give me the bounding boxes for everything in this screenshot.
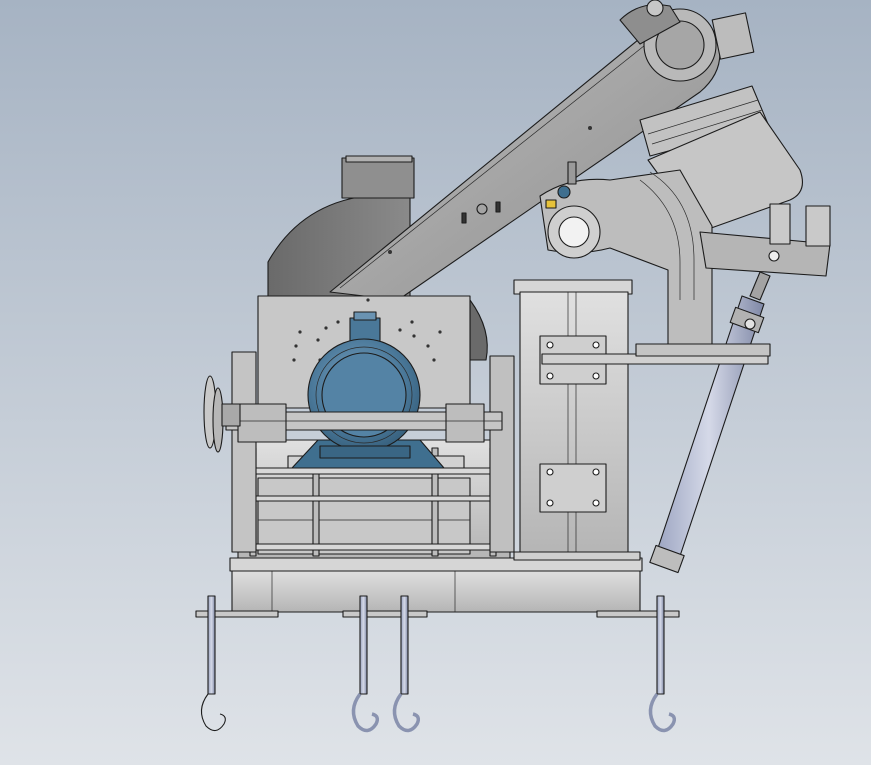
base-frame — [195, 557, 680, 618]
cad-viewport[interactable] — [0, 0, 871, 765]
machine-assembly-drawing — [195, 0, 831, 733]
